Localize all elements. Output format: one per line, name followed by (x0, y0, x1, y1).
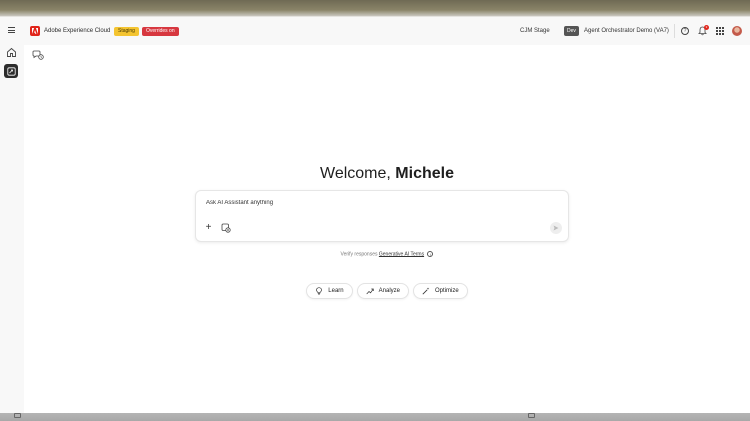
staging-badge: Staging (114, 27, 139, 36)
add-button[interactable]: + (204, 223, 213, 233)
learn-chip[interactable]: Learn (306, 283, 353, 299)
analyze-label: Analyze (378, 288, 401, 294)
welcome-heading: Welcome, Michele (24, 165, 750, 183)
trend-icon (366, 288, 374, 295)
send-icon (553, 225, 559, 231)
chat-composer: + (195, 190, 569, 242)
org-switcher[interactable]: Agent Orchestrator Demo (VA7) (584, 27, 669, 36)
app-window: Adobe Experience Cloud Staging Overrides… (0, 17, 750, 413)
environment-label[interactable]: CJM Stage (520, 27, 550, 36)
welcome-user-name: Michele (395, 165, 454, 182)
chat-input[interactable] (206, 200, 506, 206)
magic-wand-icon (422, 287, 430, 295)
lightbulb-icon (316, 287, 323, 295)
send-button[interactable] (550, 222, 562, 234)
overrides-badge[interactable]: Overrides on (142, 27, 179, 36)
chat-history-icon[interactable] (32, 50, 44, 60)
disclaimer: Verify responses Generative AI Terms i (24, 251, 750, 257)
notification-count-badge: 3 (704, 25, 709, 30)
ai-assistant-nav-button[interactable] (4, 64, 18, 78)
dev-badge: Dev (564, 26, 579, 36)
ai-assistant-icon (6, 66, 16, 76)
side-navigation (0, 45, 24, 413)
optimize-label: Optimize (435, 288, 459, 294)
suggestion-chips: Learn Analyze Optimize (24, 283, 750, 299)
adobe-logo-icon (30, 26, 40, 36)
brand-logo-link[interactable]: Adobe Experience Cloud (30, 26, 110, 36)
top-bar: Adobe Experience Cloud Staging Overrides… (0, 17, 750, 45)
panel-toggle-icon[interactable] (528, 413, 535, 418)
attach-context-icon[interactable] (221, 223, 231, 233)
disclaimer-text: Verify responses (340, 251, 378, 258)
learn-label: Learn (328, 288, 344, 294)
brand-name: Adobe Experience Cloud (44, 28, 111, 34)
header-divider (674, 24, 675, 38)
hamburger-menu-icon[interactable] (8, 27, 15, 33)
analyze-chip[interactable]: Analyze (356, 283, 410, 299)
info-icon[interactable]: i (427, 251, 434, 257)
generative-ai-terms-link[interactable]: Generative AI Terms (379, 251, 424, 257)
app-switcher-icon[interactable] (716, 27, 724, 35)
main-content: Welcome, Michele + Verify responses Gene… (24, 45, 750, 413)
home-icon[interactable] (6, 47, 17, 58)
window-control-icon[interactable] (14, 413, 21, 418)
help-icon[interactable]: ? (681, 27, 689, 35)
welcome-greeting: Welcome, (320, 165, 391, 182)
user-avatar[interactable] (732, 26, 742, 36)
optimize-chip[interactable]: Optimize (413, 283, 468, 299)
